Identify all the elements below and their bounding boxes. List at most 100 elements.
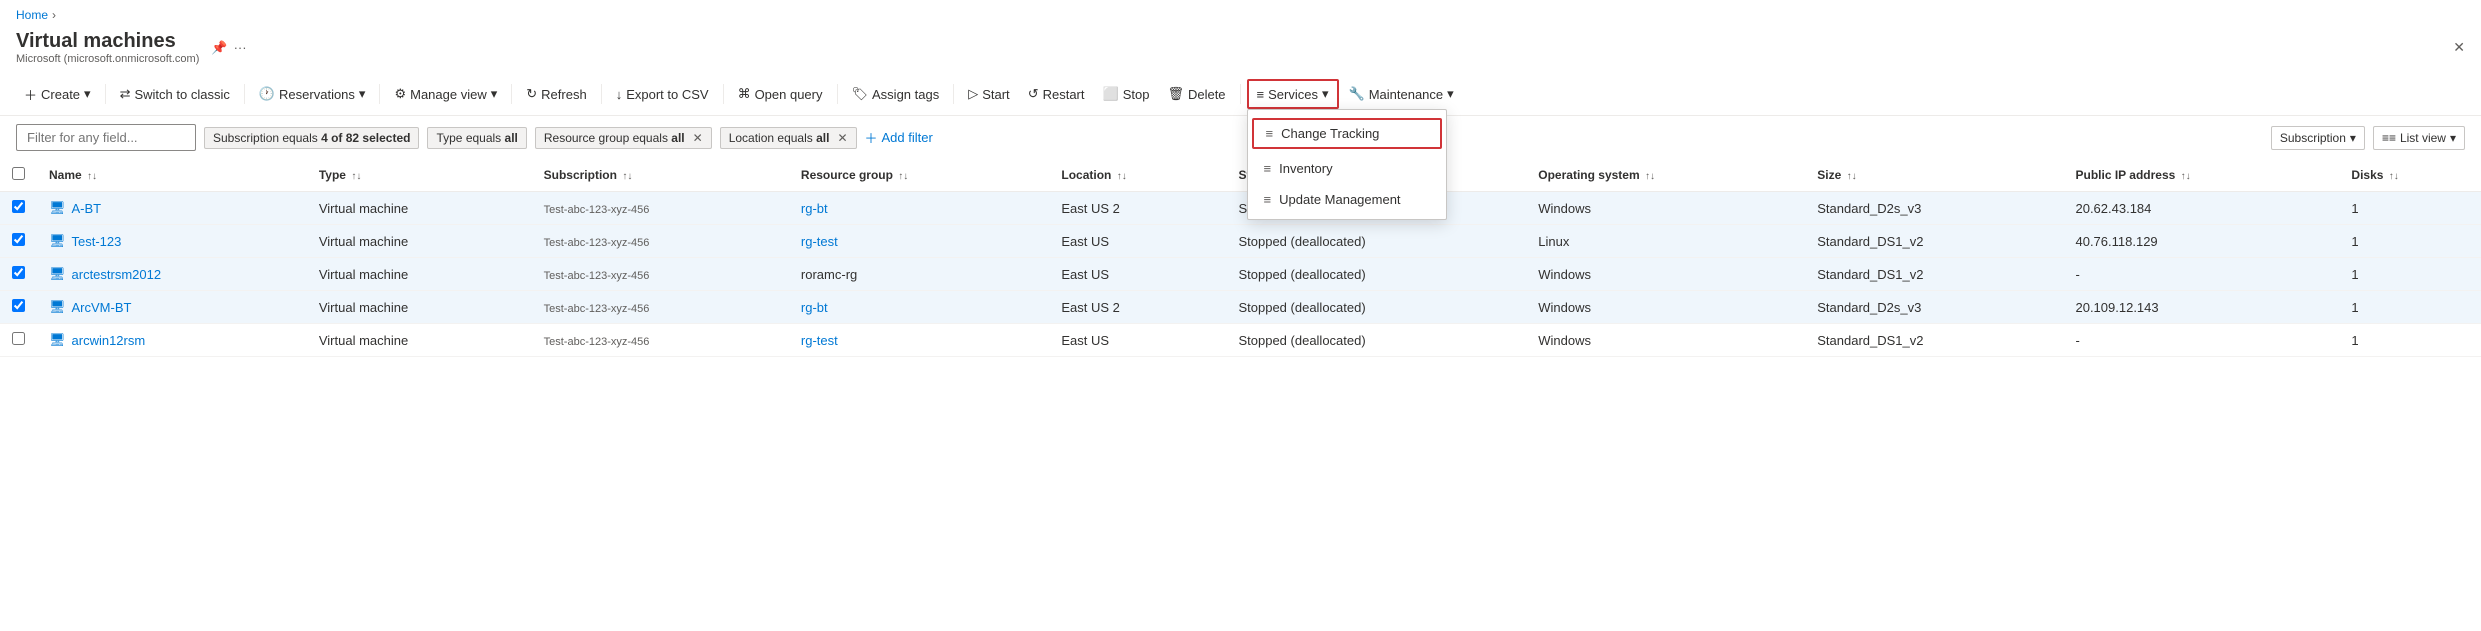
breadcrumb-home[interactable]: Home — [16, 8, 48, 22]
pin-icon[interactable]: 📌 — [211, 40, 227, 56]
page-header: Virtual machines Microsoft (microsoft.on… — [0, 26, 2481, 73]
refresh-button[interactable]: ↻ Refresh — [518, 81, 594, 107]
sort-icon-ip[interactable]: ↑↓ — [2181, 171, 2191, 182]
more-icon[interactable]: ··· — [234, 40, 247, 55]
inventory-item[interactable]: ≡ Inventory — [1248, 153, 1446, 184]
sort-icon-loc[interactable]: ↑↓ — [1117, 171, 1127, 182]
row-subscription: Test-abc-123-xyz-456 — [532, 258, 789, 291]
download-icon: ↓ — [616, 87, 623, 102]
assign-tags-button[interactable]: 🏷 Assign tags — [844, 81, 948, 107]
row-size: Standard_DS1_v2 — [1805, 324, 2063, 357]
col-header-subscription: Subscription ↑↓ — [532, 159, 789, 192]
clock-icon: 🕐 — [259, 86, 275, 102]
col-header-type: Type ↑↓ — [307, 159, 532, 192]
rg-link[interactable]: rg-test — [801, 234, 838, 249]
list-icon-inv: ≡ — [1264, 161, 1272, 176]
change-tracking-item[interactable]: ≡ Change Tracking — [1252, 118, 1442, 149]
row-size: Standard_D2s_v3 — [1805, 192, 2063, 225]
vm-name-link[interactable]: Test-123 — [72, 234, 122, 249]
row-resource-group: roramc-rg — [789, 258, 1049, 291]
row-name: 🖥 A-BT — [37, 192, 307, 225]
row-disks: 1 — [2339, 258, 2481, 291]
open-query-button[interactable]: ⌘ Open query — [730, 81, 831, 107]
col-header-size: Size ↑↓ — [1805, 159, 2063, 192]
services-dropdown: ≡ Change Tracking ≡ Inventory ≡ Update M… — [1247, 109, 1447, 220]
switch-classic-button[interactable]: ⇄ Switch to classic — [112, 81, 238, 107]
subscription-dropdown[interactable]: Subscription ▾ — [2271, 126, 2365, 150]
toolbar-separator-5 — [601, 84, 602, 104]
update-management-item[interactable]: ≡ Update Management — [1248, 184, 1446, 215]
sort-icon-disks[interactable]: ↑↓ — [2389, 171, 2399, 182]
export-csv-button[interactable]: ↓ Export to CSV — [608, 82, 717, 107]
manage-view-button[interactable]: ⚙ Manage view ▾ — [386, 81, 505, 107]
row-os: Windows — [1526, 291, 1805, 324]
restart-button[interactable]: ↺ Restart — [1020, 81, 1093, 107]
sort-icon-size[interactable]: ↑↓ — [1847, 171, 1857, 182]
row-checkbox[interactable] — [12, 233, 25, 246]
restart-icon: ↺ — [1028, 86, 1039, 102]
rg-link[interactable]: rg-bt — [801, 300, 828, 315]
add-filter-button[interactable]: ＋ Add filter — [865, 128, 933, 147]
table-row: 🖥 arctestrsm2012 Virtual machine Test-ab… — [0, 258, 2481, 291]
select-all-checkbox[interactable] — [12, 167, 25, 180]
rg-link[interactable]: rg-bt — [801, 201, 828, 216]
row-ip: - — [2063, 258, 2339, 291]
row-subscription: Test-abc-123-xyz-456 — [532, 291, 789, 324]
select-all-header[interactable] — [0, 159, 37, 192]
sort-icon-rg[interactable]: ↑↓ — [898, 171, 908, 182]
row-checkbox[interactable] — [12, 266, 25, 279]
toolbar: ＋ Create ▾ ⇄ Switch to classic 🕐 Reserva… — [0, 73, 2481, 116]
stop-button[interactable]: ⬜ Stop — [1095, 81, 1158, 107]
row-checkbox[interactable] — [12, 200, 25, 213]
delete-icon: 🗑 — [1167, 86, 1184, 102]
row-checkbox-cell — [0, 291, 37, 324]
location-filter-close[interactable]: ✕ — [837, 131, 847, 145]
vm-name-link[interactable]: arcwin12rsm — [72, 333, 146, 348]
vm-name-link[interactable]: ArcVM-BT — [72, 300, 132, 315]
row-name: 🖥 arcwin12rsm — [37, 324, 307, 357]
sort-icon-name[interactable]: ↑↓ — [87, 171, 97, 182]
start-button[interactable]: ▷ Start — [960, 81, 1017, 107]
services-button[interactable]: ≡ Services ▾ — [1247, 79, 1339, 109]
row-ip: 40.76.118.129 — [2063, 225, 2339, 258]
row-name: 🖥 ArcVM-BT — [37, 291, 307, 324]
vm-icon: 🖥 — [49, 332, 66, 348]
row-location: East US — [1049, 225, 1226, 258]
close-button[interactable]: ✕ — [2453, 39, 2465, 56]
row-ip: - — [2063, 324, 2339, 357]
row-os: Windows — [1526, 192, 1805, 225]
sort-icon-os[interactable]: ↑↓ — [1645, 171, 1655, 182]
switch-icon: ⇄ — [120, 86, 131, 102]
list-icon: ≡ — [1257, 87, 1265, 102]
rg-link[interactable]: rg-test — [801, 333, 838, 348]
delete-button[interactable]: 🗑 Delete — [1159, 81, 1233, 107]
row-ip: 20.62.43.184 — [2063, 192, 2339, 225]
play-icon: ▷ — [968, 86, 978, 102]
row-size: Standard_DS1_v2 — [1805, 258, 2063, 291]
table-row: 🖥 A-BT Virtual machine Test-abc-123-xyz-… — [0, 192, 2481, 225]
maintenance-button[interactable]: 🔧 Maintenance ▾ — [1341, 81, 1462, 107]
sort-icon-sub[interactable]: ↑↓ — [622, 171, 632, 182]
type-filter-tag: Type equals all — [427, 127, 526, 149]
list-view-dropdown[interactable]: ≡≡ List view ▾ — [2373, 126, 2465, 150]
reservations-button[interactable]: 🕐 Reservations ▾ — [251, 81, 374, 107]
row-disks: 1 — [2339, 324, 2481, 357]
sort-icon-type[interactable]: ↑↓ — [351, 171, 361, 182]
toolbar-separator-4 — [511, 84, 512, 104]
row-checkbox[interactable] — [12, 332, 25, 345]
vm-icon: 🖥 — [49, 233, 66, 249]
row-size: Standard_DS1_v2 — [1805, 225, 2063, 258]
row-name: 🖥 arctestrsm2012 — [37, 258, 307, 291]
vm-name-link[interactable]: arctestrsm2012 — [72, 267, 162, 282]
resource-group-filter-close[interactable]: ✕ — [693, 131, 703, 145]
row-checkbox[interactable] — [12, 299, 25, 312]
filter-input[interactable] — [16, 124, 196, 151]
create-button[interactable]: ＋ Create ▾ — [16, 80, 99, 109]
col-header-ip: Public IP address ↑↓ — [2063, 159, 2339, 192]
vm-name-link[interactable]: A-BT — [72, 201, 102, 216]
table-row: 🖥 ArcVM-BT Virtual machine Test-abc-123-… — [0, 291, 2481, 324]
row-type: Virtual machine — [307, 225, 532, 258]
list-icon-um: ≡ — [1264, 192, 1272, 207]
row-location: East US — [1049, 324, 1226, 357]
chevron-down-icon: ▾ — [84, 86, 91, 102]
